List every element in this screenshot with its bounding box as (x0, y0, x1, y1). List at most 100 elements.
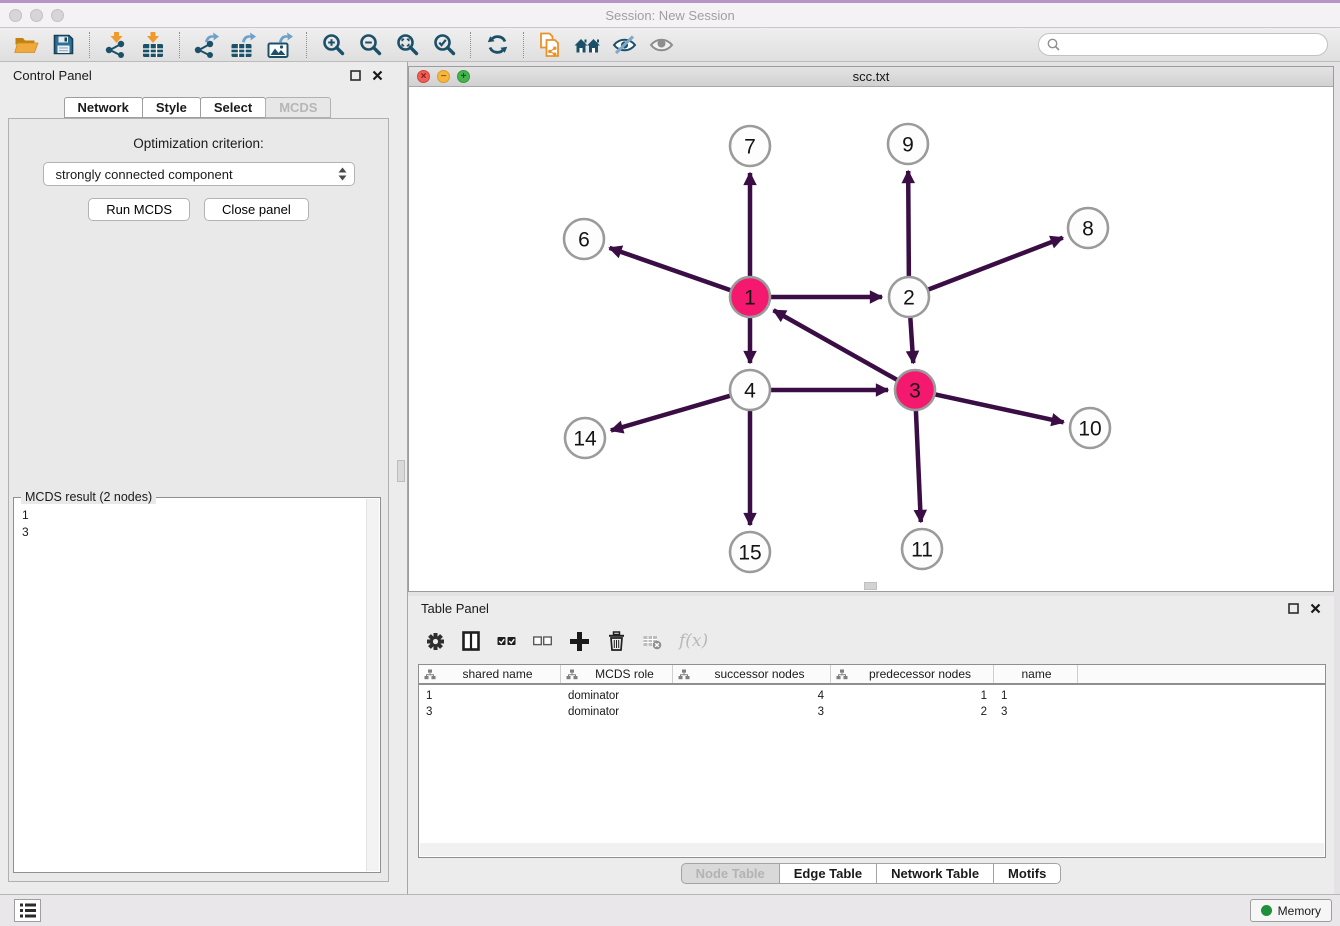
column-header-successor-nodes[interactable]: successor nodes (673, 665, 831, 683)
column-type-icon (678, 669, 690, 680)
minimize-window-button[interactable] (30, 9, 43, 22)
float-panel-icon[interactable] (350, 70, 361, 81)
panel-splitter[interactable] (396, 62, 408, 894)
close-window-button[interactable] (9, 9, 22, 22)
tab-node-table[interactable]: Node Table (681, 863, 780, 884)
delete-column-trash-icon[interactable] (607, 631, 626, 651)
close-view-button[interactable]: × (417, 70, 430, 83)
close-table-panel-icon[interactable] (1310, 603, 1321, 614)
svg-text:15: 15 (738, 542, 761, 565)
export-image-button[interactable] (264, 31, 296, 59)
optimization-criterion-dropdown[interactable]: strongly connected component (43, 162, 355, 186)
edge-4-14 (611, 394, 735, 430)
save-session-button[interactable] (47, 31, 79, 59)
search-input[interactable] (1065, 38, 1319, 52)
column-header-name[interactable]: name (994, 665, 1078, 683)
graph-node-2[interactable]: 2 (889, 277, 929, 317)
tab-network[interactable]: Network (64, 97, 143, 118)
network-window-controls: × − + (417, 70, 470, 83)
graph-node-15[interactable]: 15 (730, 532, 770, 572)
network-overview-button[interactable] (571, 31, 603, 59)
graph-node-9[interactable]: 9 (888, 124, 928, 164)
column-label: shared name (438, 667, 557, 681)
close-panel-icon[interactable] (372, 70, 383, 81)
network-from-selection-button[interactable] (534, 31, 566, 59)
cell-mcds-role: dominator (561, 690, 673, 702)
optimization-criterion-label: Optimization criterion: (9, 136, 388, 151)
svg-text:14: 14 (573, 428, 597, 451)
export-network-button[interactable] (190, 31, 222, 59)
table-settings-gear-icon[interactable] (426, 632, 445, 651)
control-panel-header: Control Panel (0, 62, 396, 88)
column-type-icon (836, 669, 848, 680)
mcds-buttons-row: Run MCDS Close panel (9, 198, 388, 221)
graph-node-10[interactable]: 10 (1070, 408, 1110, 448)
svg-text:1: 1 (744, 287, 756, 310)
tab-motifs[interactable]: Motifs (993, 863, 1061, 884)
network-window-titlebar: × − + scc.txt (409, 67, 1333, 87)
show-columns-icon[interactable] (462, 631, 480, 651)
table-panel-header: Table Panel (408, 596, 1334, 620)
zoom-in-button[interactable] (317, 31, 349, 59)
graph-node-11[interactable]: 11 (902, 529, 942, 569)
column-type-icon (424, 669, 436, 680)
tab-style[interactable]: Style (142, 97, 201, 118)
import-table-button[interactable] (137, 31, 169, 59)
show-graphics-details-button[interactable] (645, 31, 677, 59)
run-mcds-button[interactable]: Run MCDS (88, 198, 190, 221)
graph-node-6[interactable]: 6 (564, 219, 604, 259)
close-panel-button[interactable]: Close panel (204, 198, 309, 221)
node-table: shared name MCDS role successor nodesprede… (418, 664, 1326, 858)
column-header-mcds-role[interactable]: MCDS role (561, 665, 673, 683)
open-session-button[interactable] (10, 31, 42, 59)
refresh-icon (486, 33, 509, 56)
edge-3-11 (916, 406, 921, 522)
minimize-view-button[interactable]: − (437, 70, 450, 83)
create-column-plus-icon[interactable] (569, 631, 590, 652)
table-row[interactable]: 1dominator411 (419, 688, 1325, 704)
result-scrollbar[interactable] (366, 499, 379, 871)
export-table-button[interactable] (227, 31, 259, 59)
graph-node-3[interactable]: 3 (895, 370, 935, 410)
unselect-all-columns-icon[interactable] (533, 632, 552, 650)
tab-mcds[interactable]: MCDS (265, 97, 331, 118)
column-header-predecessor-nodes[interactable]: predecessor nodes (831, 665, 994, 683)
network-canvas[interactable]: 7 9 6 8 1 2 4 3 14 10 15 11 (409, 87, 1333, 591)
tab-select[interactable]: Select (200, 97, 266, 118)
column-label: MCDS role (580, 667, 669, 681)
edge-2-8 (924, 238, 1063, 292)
zoom-fit-button[interactable] (391, 31, 423, 59)
zoom-window-button[interactable] (51, 9, 64, 22)
column-type-icon (566, 669, 578, 680)
tab-network-table[interactable]: Network Table (876, 863, 994, 884)
import-network-button[interactable] (100, 31, 132, 59)
splitter-handle[interactable] (397, 460, 405, 482)
canvas-resize-grip[interactable] (864, 582, 877, 590)
memory-button[interactable]: Memory (1250, 899, 1332, 922)
graph-node-4[interactable]: 4 (730, 370, 770, 410)
zoom-selected-button[interactable] (428, 31, 460, 59)
graph-node-14[interactable]: 14 (565, 418, 605, 458)
maximize-view-button[interactable]: + (457, 70, 470, 83)
eye-icon (649, 36, 674, 54)
table-horizontal-scrollbar[interactable] (420, 843, 1324, 856)
column-header-shared-name[interactable]: shared name (419, 665, 561, 683)
refresh-view-button[interactable] (481, 31, 513, 59)
hide-graphics-details-button[interactable] (608, 31, 640, 59)
edge-2-3 (910, 313, 913, 363)
edge-1-6 (609, 248, 734, 292)
graph-node-8[interactable]: 8 (1068, 208, 1108, 248)
zoom-out-button[interactable] (354, 31, 386, 59)
graph-node-1[interactable]: 1 (730, 277, 770, 317)
tab-edge-table[interactable]: Edge Table (779, 863, 877, 884)
float-table-panel-icon[interactable] (1288, 603, 1299, 614)
mcds-result-box: MCDS result (2 nodes) 1 3 (13, 497, 381, 873)
svg-text:11: 11 (911, 539, 933, 562)
status-list-button[interactable] (14, 899, 41, 922)
houses-icon (574, 35, 601, 55)
graph-node-7[interactable]: 7 (730, 126, 770, 166)
table-row[interactable]: 3dominator323 (419, 704, 1325, 720)
select-all-columns-icon[interactable] (497, 632, 516, 650)
toolbar-separator (306, 32, 307, 58)
svg-text:7: 7 (744, 136, 756, 159)
